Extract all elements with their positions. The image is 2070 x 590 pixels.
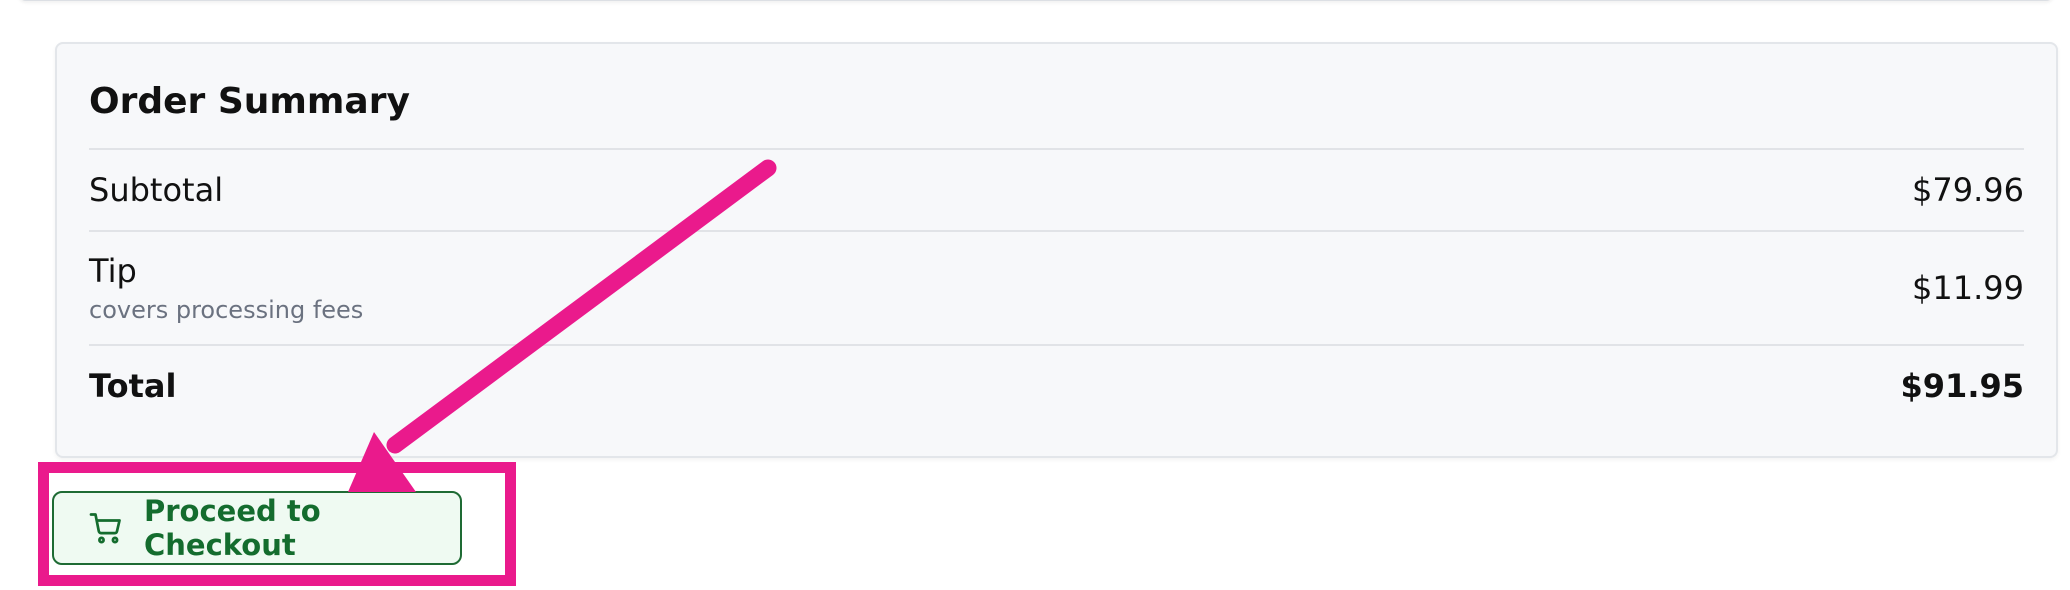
subtotal-value: $79.96 bbox=[1912, 171, 2024, 209]
tip-value: $11.99 bbox=[1912, 269, 2024, 307]
previous-card-edge bbox=[18, 0, 2054, 1]
total-label: Total bbox=[89, 367, 177, 405]
total-value: $91.95 bbox=[1900, 367, 2024, 405]
tip-note: covers processing fees bbox=[89, 296, 364, 324]
page: Order Summary Subtotal $79.96 Tip covers… bbox=[0, 0, 2070, 590]
subtotal-label: Subtotal bbox=[89, 171, 224, 209]
subtotal-row: Subtotal $79.96 bbox=[89, 148, 2024, 230]
total-row: Total $91.95 bbox=[89, 344, 2024, 426]
tip-row: Tip covers processing fees $11.99 bbox=[89, 230, 2024, 344]
checkout-button-label: Proceed to Checkout bbox=[144, 494, 321, 562]
order-summary-title: Order Summary bbox=[89, 81, 410, 122]
proceed-to-checkout-button[interactable]: Proceed to Checkout bbox=[52, 491, 462, 565]
tip-label-block: Tip covers processing fees bbox=[89, 252, 363, 324]
tip-label: Tip bbox=[89, 252, 137, 290]
cart-icon bbox=[88, 510, 124, 546]
order-summary-card: Order Summary Subtotal $79.96 Tip covers… bbox=[55, 42, 2058, 458]
